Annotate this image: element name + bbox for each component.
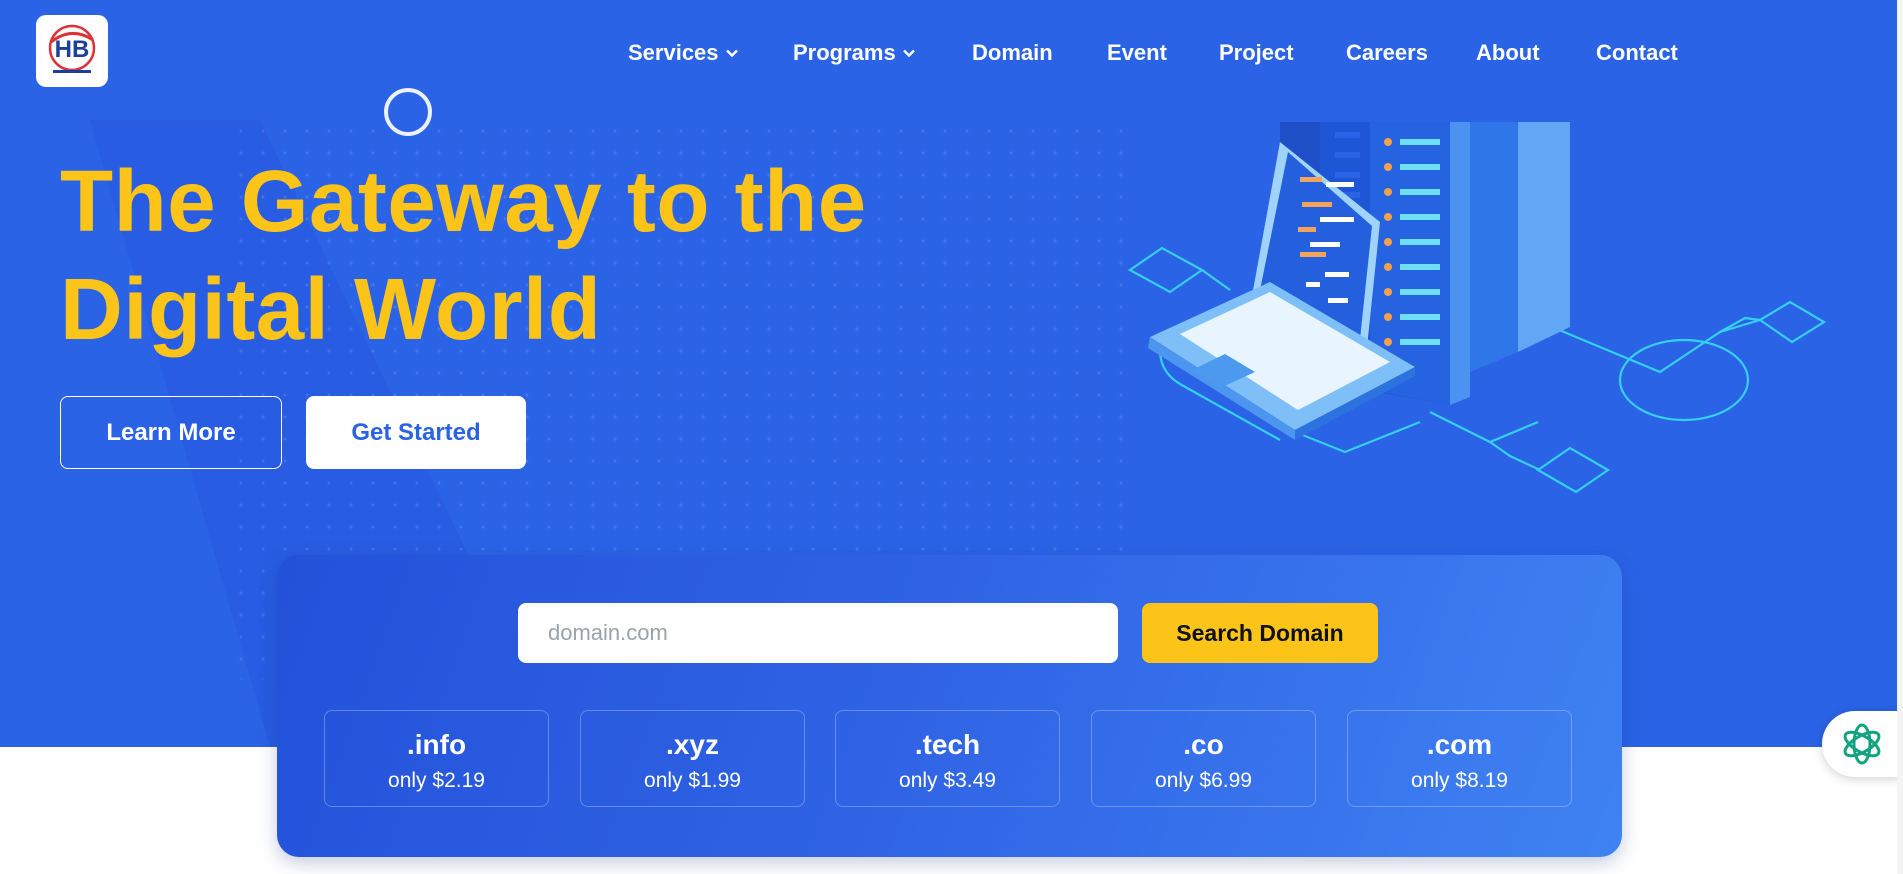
domain-search-input[interactable] xyxy=(518,603,1118,663)
domain-search-panel: Search Domain .info only $2.19 .xyz only… xyxy=(277,555,1622,857)
nav-event[interactable]: Event xyxy=(1107,40,1167,66)
learn-more-button[interactable]: Learn More xyxy=(60,396,282,469)
tld-card-tech[interactable]: .tech only $3.49 xyxy=(835,710,1060,807)
nav-domain[interactable]: Domain xyxy=(972,40,1053,66)
tld-price: only $6.99 xyxy=(1155,769,1252,792)
nav-label: Contact xyxy=(1596,40,1678,65)
tld-name: .com xyxy=(1426,729,1493,760)
search-domain-button[interactable]: Search Domain xyxy=(1142,603,1378,663)
nav-label: Event xyxy=(1107,40,1167,65)
chevron-down-icon xyxy=(902,49,915,58)
tld-card-com[interactable]: .com only $8.19 xyxy=(1347,710,1572,807)
nav-label: Domain xyxy=(972,40,1053,65)
chat-widget-button[interactable] xyxy=(1822,711,1903,777)
nav-services[interactable]: Services xyxy=(628,40,739,66)
hero-headline: The Gateway to the Digital World xyxy=(60,148,960,364)
tld-name: .info xyxy=(406,729,467,760)
tld-price: only $3.49 xyxy=(899,769,996,792)
tld-price: only $8.19 xyxy=(1411,769,1508,792)
get-started-button[interactable]: Get Started xyxy=(306,396,526,469)
scrollbar-track[interactable] xyxy=(1897,0,1903,874)
nav-programs[interactable]: Programs xyxy=(793,40,916,66)
nav-contact[interactable]: Contact xyxy=(1596,40,1678,66)
tld-name: .xyz xyxy=(666,729,719,760)
nav-label: Project xyxy=(1219,40,1294,65)
main-nav: Services Programs Domain Event Project C… xyxy=(0,0,1903,106)
server-laptop-illustration xyxy=(1127,122,1827,494)
tld-card-xyz[interactable]: .xyz only $1.99 xyxy=(580,710,805,807)
headline-line-1: The Gateway to the xyxy=(60,153,867,250)
tld-card-info[interactable]: .info only $2.19 xyxy=(324,710,549,807)
nav-project[interactable]: Project xyxy=(1219,40,1294,66)
chevron-down-icon xyxy=(725,49,738,58)
tld-name: .co xyxy=(1183,729,1224,760)
nav-careers[interactable]: Careers xyxy=(1346,40,1428,66)
tld-price: only $2.19 xyxy=(388,769,485,792)
nav-about[interactable]: About xyxy=(1476,40,1540,66)
nav-label: Services xyxy=(628,40,719,65)
headline-line-2: Digital World xyxy=(60,261,602,358)
tld-card-co[interactable]: .co only $6.99 xyxy=(1091,710,1316,807)
tld-price: only $1.99 xyxy=(644,769,741,792)
tld-name: .tech xyxy=(914,729,981,760)
nav-label: About xyxy=(1476,40,1540,65)
nav-label: Careers xyxy=(1346,40,1428,65)
nav-label: Programs xyxy=(793,40,896,65)
openai-chat-icon xyxy=(1843,723,1881,765)
